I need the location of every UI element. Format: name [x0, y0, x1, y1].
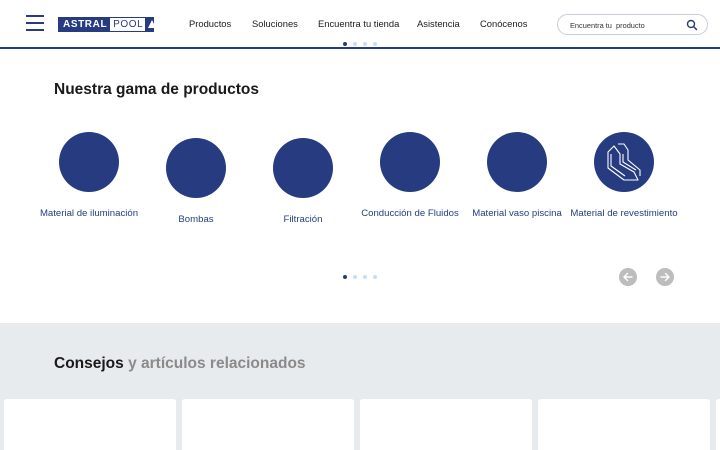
- pager-dot[interactable]: [363, 42, 367, 46]
- article-card[interactable]: [4, 399, 176, 450]
- nav-asistencia[interactable]: Asistencia: [417, 18, 460, 29]
- nav-encuentra-tienda[interactable]: Encuentra tu tienda: [318, 18, 399, 29]
- tiles-icon: [594, 132, 654, 192]
- article-card[interactable]: [360, 399, 532, 450]
- article-card[interactable]: [182, 399, 354, 450]
- articles-title: Consejos y artículos relacionados: [54, 355, 306, 373]
- carousel-prev-button[interactable]: [619, 268, 637, 286]
- lighting-icon: [59, 132, 119, 192]
- menu-icon[interactable]: [26, 15, 44, 31]
- logo-triangle-icon: [145, 18, 156, 31]
- product-label: Filtración: [283, 214, 323, 225]
- pipe-icon: [380, 132, 440, 192]
- search-icon[interactable]: [686, 19, 698, 31]
- pager-dot[interactable]: [343, 275, 347, 279]
- nav-productos[interactable]: Productos: [189, 18, 231, 29]
- nav-conocenos[interactable]: Conócenos: [480, 18, 527, 29]
- carousel-next-button[interactable]: [656, 268, 674, 286]
- product-label: Material de iluminación: [39, 208, 139, 219]
- product-label: Material vaso piscina: [472, 208, 562, 219]
- pager-dot[interactable]: [353, 275, 357, 279]
- page: ASTRAL POOL Productos Soluciones Encuent…: [0, 0, 720, 450]
- pager-dot[interactable]: [353, 42, 357, 46]
- pump-icon: [166, 138, 226, 198]
- pager-dot[interactable]: [373, 275, 377, 279]
- astralpool-logo[interactable]: ASTRAL POOL: [58, 17, 156, 32]
- filter-icon: [273, 138, 333, 198]
- pool-icon: [487, 132, 547, 192]
- nav-soluciones[interactable]: Soluciones: [252, 18, 298, 29]
- pager-dot[interactable]: [343, 42, 347, 46]
- logo-text-astral: ASTRAL: [59, 18, 111, 31]
- pager-dot[interactable]: [363, 275, 367, 279]
- products-pager-dots: [343, 275, 377, 279]
- product-label: Material de revestimiento: [570, 208, 678, 219]
- search-box: [557, 14, 708, 35]
- arrow-left-icon: [623, 272, 633, 282]
- article-card[interactable]: [538, 399, 710, 450]
- articles-title-strong: Consejos: [54, 355, 124, 372]
- header-pager-dots: [343, 42, 377, 46]
- product-label: Bombas: [178, 214, 214, 225]
- product-label: Conducción de Fluidos: [361, 208, 459, 219]
- articles-title-light: y artículos relacionados: [128, 355, 306, 372]
- products-title: Nuestra gama de productos: [54, 81, 259, 98]
- article-card[interactable]: [716, 399, 720, 450]
- articles-section: Consejos y artículos relacionados: [0, 323, 720, 450]
- logo-text-pool: POOL: [113, 19, 144, 30]
- arrow-right-icon: [660, 272, 670, 282]
- search-input[interactable]: [570, 18, 682, 32]
- pager-dot[interactable]: [373, 42, 377, 46]
